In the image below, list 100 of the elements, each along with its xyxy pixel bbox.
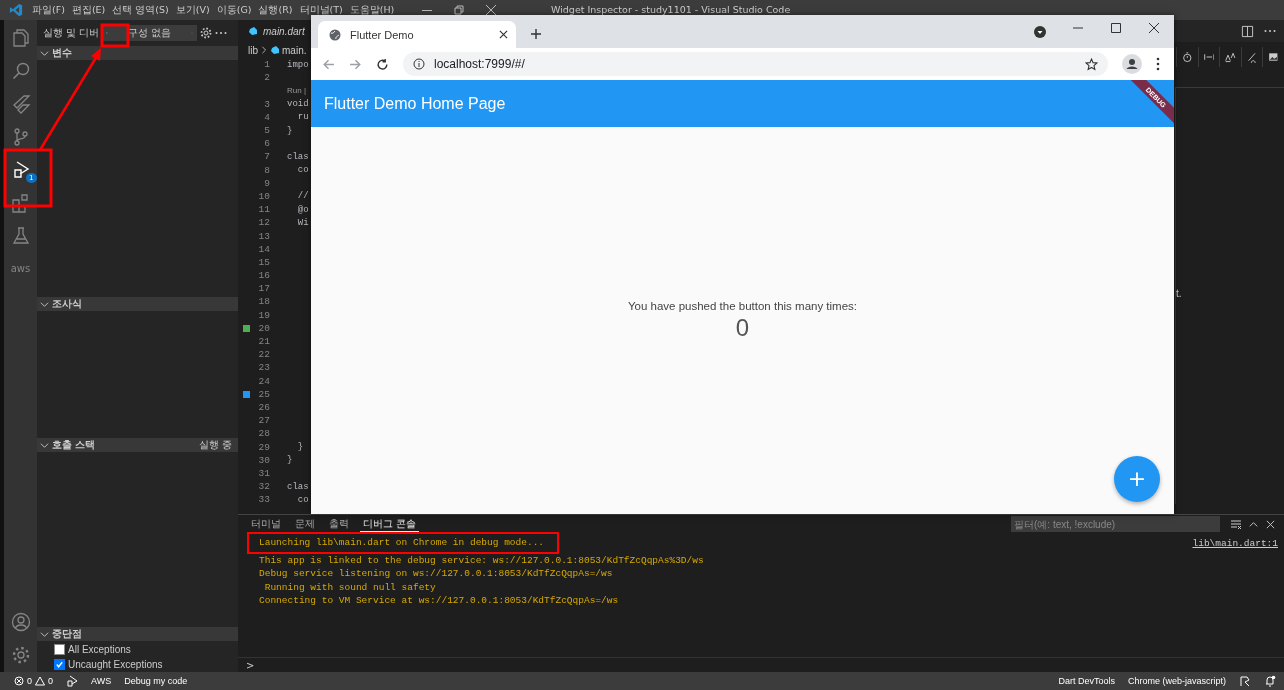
code-text: co: [296, 494, 309, 505]
menu-item[interactable]: 실행(R): [258, 3, 293, 17]
counter-value: 0: [735, 313, 750, 342]
panel-tab[interactable]: 디버그 콘솔: [360, 516, 420, 532]
console-line: This app is linked to the debug service: ws://127.0.0.1:8053/KdTfZcQqpAs%3D/ws: [259, 553, 704, 567]
forward-icon[interactable]: [349, 57, 362, 71]
error-icon[interactable]: [14, 676, 24, 686]
chevron-right-icon: [260, 46, 268, 54]
close-icon[interactable]: [485, 4, 498, 16]
code-text: void: [287, 99, 309, 110]
more-icon[interactable]: [1264, 29, 1276, 33]
breakpoint-marker[interactable]: [242, 324, 250, 332]
code-text: }: [287, 455, 293, 466]
menu-item[interactable]: 보기(V): [175, 3, 210, 17]
line-number: 27: [258, 415, 270, 427]
feedback-icon[interactable]: [1239, 675, 1251, 687]
chevron-icon[interactable]: [40, 629, 49, 639]
line-number: 19: [258, 309, 270, 321]
chevron-icon[interactable]: [40, 440, 49, 450]
counter-message: You have pushed the button this many times:: [627, 299, 858, 312]
line-number: 26: [258, 401, 270, 413]
checkbox[interactable]: [54, 643, 65, 655]
menu-item[interactable]: 터미널(T): [299, 3, 343, 17]
account-icon[interactable]: [10, 611, 31, 632]
back-icon[interactable]: [322, 57, 335, 71]
line-number: 13: [258, 230, 270, 242]
source-link[interactable]: lib\main.dart:1: [1192, 538, 1278, 551]
bell-icon[interactable]: [1264, 675, 1276, 687]
globe-icon: [329, 28, 341, 41]
console-prompt[interactable]: >: [246, 659, 255, 671]
line-number: 16: [258, 270, 270, 282]
files-icon[interactable]: [10, 27, 31, 48]
highlight-frame: [100, 23, 130, 48]
panel-tab[interactable]: 터미널: [248, 516, 284, 532]
menu-item[interactable]: 도움말(H): [349, 3, 395, 17]
settings-icon[interactable]: [200, 27, 213, 39]
section-header[interactable]: 중단점: [37, 627, 238, 641]
menu-item[interactable]: 이동(G): [216, 3, 252, 17]
dart-file-icon: [248, 26, 258, 36]
line-number: 21: [258, 336, 270, 348]
flask-icon[interactable]: [10, 225, 31, 246]
new-tab-icon[interactable]: [530, 28, 542, 40]
browser-tab[interactable]: Flutter Demo: [318, 21, 516, 48]
line-number: 25: [258, 388, 270, 400]
tab-search-icon[interactable]: [1034, 26, 1046, 38]
breakpoint-marker[interactable]: [242, 390, 250, 398]
warning-count[interactable]: 0: [48, 676, 54, 686]
sidebar-title: 실행 및 디버: [43, 26, 100, 40]
section-header[interactable]: 조사식: [37, 297, 238, 311]
line-number: 28: [258, 428, 270, 440]
console-line: Launching lib\main.dart on Chrome in debug mode...: [259, 536, 545, 550]
line-number: 5: [264, 125, 270, 137]
warning-icon[interactable]: [35, 676, 45, 686]
address-bar[interactable]: localhost:7999/#/: [403, 52, 1108, 76]
section-header[interactable]: 호출 스택 실행 중: [37, 438, 238, 452]
reload-icon[interactable]: [376, 57, 389, 71]
menu-item[interactable]: 선택 영역(S): [112, 3, 169, 17]
checkbox[interactable]: [54, 658, 65, 670]
breadcrumb-item[interactable]: main.: [282, 44, 307, 56]
code-text: co: [296, 165, 309, 176]
error-count[interactable]: 0: [27, 676, 32, 686]
breakpoint-label: All Exceptions: [68, 643, 131, 655]
console-line: Connecting to VM Service at ws://127.0.0.1:8053/KdTfZcQqpAs=/ws: [259, 594, 619, 608]
star-icon[interactable]: [1085, 57, 1098, 71]
code-text: impo: [287, 59, 309, 70]
menu-item[interactable]: 파일(F): [32, 3, 65, 17]
panel-tab[interactable]: 문제: [292, 516, 318, 532]
maximize-icon[interactable]: [1110, 22, 1122, 34]
codelens-link[interactable]: Run |: [287, 86, 306, 96]
split-editor-icon[interactable]: [1241, 24, 1254, 38]
close-icon[interactable]: [1148, 22, 1160, 34]
profile-icon[interactable]: [1122, 54, 1142, 74]
filter-field[interactable]: 필터(예: text, !exclude): [1011, 516, 1220, 532]
chevron-icon[interactable]: [40, 299, 49, 309]
more-icon[interactable]: [215, 31, 228, 35]
chevron-icon[interactable]: [40, 48, 49, 58]
breadcrumb-item[interactable]: lib: [248, 44, 258, 56]
panel-tab[interactable]: 출력: [326, 516, 352, 532]
restore-icon[interactable]: [453, 4, 466, 16]
line-number: 15: [258, 256, 270, 268]
status-item[interactable]: Chrome (web-javascript): [1127, 676, 1226, 686]
status-item[interactable]: AWS: [91, 676, 112, 686]
line-number: 7: [264, 151, 270, 163]
close-icon[interactable]: [499, 30, 508, 39]
code-text: ru: [296, 112, 309, 123]
code-text: }: [287, 125, 293, 136]
menu-item[interactable]: 편집(E): [71, 3, 106, 17]
info-icon[interactable]: [413, 58, 425, 70]
menu-icon[interactable]: [1156, 57, 1160, 71]
clear-console-icon[interactable]: [1230, 518, 1242, 530]
run-debug-icon[interactable]: [66, 675, 79, 687]
line-number: 33: [258, 494, 270, 506]
console-line: Debug service listening on ws://127.0.0.1:8053/KdTfZcQqpAs=/ws: [259, 567, 613, 581]
line-number: 8: [264, 164, 270, 176]
status-item[interactable]: Debug my code: [124, 676, 188, 686]
aws-label[interactable]: aws: [10, 263, 31, 274]
status-item[interactable]: Dart DevTools: [1058, 676, 1115, 686]
section-header[interactable]: 변수: [37, 46, 238, 60]
extensions-icon[interactable]: [10, 192, 31, 213]
search-icon[interactable]: [10, 60, 31, 81]
